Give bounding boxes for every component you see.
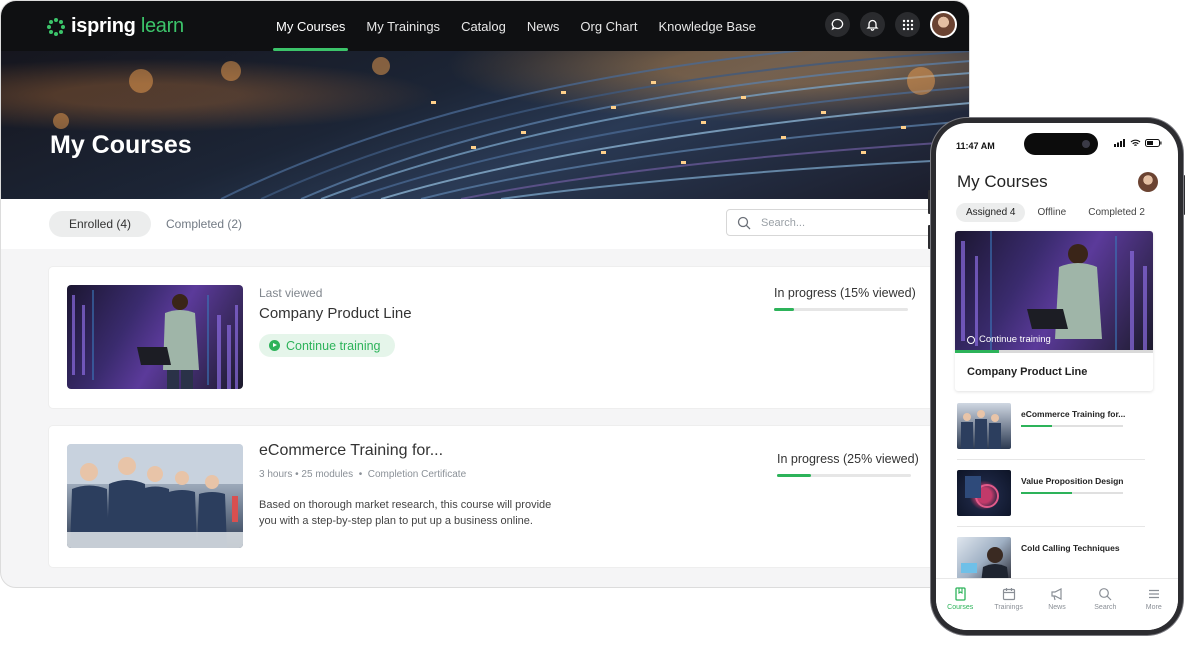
phone-frame: 11:47 AM My Courses Assigned 4 Offline C… bbox=[931, 118, 1183, 635]
filter-bar: Enrolled (4) Completed (2) Search... bbox=[1, 199, 969, 249]
phone-continue-training[interactable]: Continue training bbox=[967, 334, 1051, 345]
top-actions bbox=[825, 11, 957, 38]
bottom-nav-label: Search bbox=[1094, 604, 1117, 611]
bottom-nav-label: News bbox=[1048, 604, 1066, 611]
bottom-nav-label: More bbox=[1145, 604, 1162, 611]
list-item-thumbnail bbox=[957, 537, 1011, 583]
tab-offline[interactable]: Offline bbox=[1027, 203, 1076, 222]
list-item-thumbnail bbox=[957, 470, 1011, 516]
search-icon bbox=[1099, 588, 1112, 601]
featured-course-card[interactable]: Continue training Company Product Line bbox=[955, 231, 1153, 391]
logo-wordmark: ispring learn bbox=[71, 15, 184, 37]
tab-assigned[interactable]: Assigned 4 bbox=[956, 203, 1026, 222]
play-icon bbox=[967, 335, 975, 344]
progress-fill bbox=[774, 308, 795, 311]
bottom-nav-courses[interactable]: Courses bbox=[940, 587, 980, 630]
tab-completed-mobile[interactable]: Completed 2 bbox=[1078, 203, 1155, 222]
dynamic-island bbox=[1024, 133, 1098, 155]
phone-tabs: Assigned 4 Offline Completed 2 bbox=[956, 203, 1157, 222]
bottom-nav-search[interactable]: Search bbox=[1085, 587, 1125, 630]
fiber-optic-background bbox=[53, 51, 969, 199]
ispring-logo-icon bbox=[47, 17, 65, 36]
continue-training-button[interactable]: Continue training bbox=[259, 334, 395, 357]
top-navbar: ispring learn My Courses My Trainings Ca… bbox=[1, 1, 969, 51]
calendar-icon bbox=[1002, 588, 1015, 601]
progress-bar bbox=[777, 474, 911, 477]
course-description: Based on thorough market research, this … bbox=[259, 499, 552, 527]
phone-user-avatar[interactable] bbox=[1138, 172, 1158, 192]
nav-my-trainings[interactable]: My Trainings bbox=[366, 1, 440, 51]
progress-status: In progress (25% viewed) bbox=[777, 452, 919, 466]
featured-progress-bar bbox=[955, 350, 1153, 353]
wifi-icon bbox=[1130, 139, 1141, 147]
list-item-progress-fill bbox=[1021, 492, 1072, 494]
list-divider bbox=[957, 526, 1145, 527]
bottom-nav-label: Courses bbox=[947, 604, 974, 611]
bottom-nav-more[interactable]: More bbox=[1134, 587, 1174, 630]
tab-enrolled[interactable]: Enrolled (4) bbox=[49, 211, 152, 237]
hero-banner: My Courses bbox=[1, 51, 969, 199]
course-title[interactable]: eCommerce Training for... bbox=[259, 442, 443, 460]
course-certificate: Completion Certificate bbox=[367, 469, 467, 480]
user-avatar[interactable] bbox=[930, 11, 957, 38]
bell-icon[interactable] bbox=[860, 12, 885, 37]
featured-progress-fill bbox=[955, 350, 999, 353]
progress-bar bbox=[774, 308, 908, 311]
play-icon bbox=[269, 340, 280, 351]
list-item-title: eCommerce Training for... bbox=[1021, 409, 1126, 419]
course-meta: 3 hours • 25 modules • Completion Certif… bbox=[259, 469, 466, 480]
phone-bottom-nav: Courses Trainings News Search More bbox=[936, 578, 1178, 630]
phone-screen: 11:47 AM My Courses Assigned 4 Offline C… bbox=[936, 123, 1178, 630]
list-divider bbox=[957, 459, 1145, 460]
list-item-progress-bar bbox=[1021, 425, 1123, 427]
course-duration-modules: 3 hours • 25 modules bbox=[259, 469, 354, 480]
list-item-title: Value Proposition Design bbox=[1021, 476, 1124, 486]
phone-continue-label: Continue training bbox=[979, 334, 1051, 345]
battery-icon bbox=[1145, 139, 1162, 147]
course-thumbnail[interactable] bbox=[67, 285, 243, 389]
nav-catalog[interactable]: Catalog bbox=[461, 1, 506, 51]
status-time: 11:47 AM bbox=[956, 141, 995, 151]
bottom-nav-news[interactable]: News bbox=[1037, 587, 1077, 630]
book-icon bbox=[955, 587, 966, 601]
bottom-nav-trainings[interactable]: Trainings bbox=[989, 587, 1029, 630]
ispring-learn-logo[interactable]: ispring learn bbox=[47, 15, 184, 38]
list-item-thumbnail bbox=[957, 403, 1011, 449]
megaphone-icon bbox=[1051, 588, 1062, 601]
meta-separator: • bbox=[358, 469, 363, 480]
course-card[interactable]: Last viewed Company Product Line Continu… bbox=[49, 267, 949, 408]
desktop-window: ispring learn My Courses My Trainings Ca… bbox=[0, 0, 970, 588]
search-input[interactable]: Search... bbox=[726, 209, 936, 236]
bottom-nav-label: Trainings bbox=[994, 604, 1023, 611]
course-card[interactable]: eCommerce Training for... 3 hours • 25 m… bbox=[49, 426, 949, 567]
list-item-progress-bar bbox=[1021, 492, 1123, 494]
course-title[interactable]: Company Product Line bbox=[259, 305, 412, 322]
featured-course-title: Company Product Line bbox=[967, 366, 1088, 378]
main-nav: My Courses My Trainings Catalog News Org… bbox=[272, 1, 777, 51]
page-title: My Courses bbox=[50, 131, 192, 159]
nav-org-chart[interactable]: Org Chart bbox=[580, 1, 637, 51]
menu-icon bbox=[1148, 589, 1159, 599]
tab-completed[interactable]: Completed (2) bbox=[146, 211, 262, 237]
phone-page-title: My Courses bbox=[957, 172, 1048, 191]
course-thumbnail[interactable] bbox=[67, 444, 243, 548]
progress-fill bbox=[777, 474, 811, 477]
search-icon bbox=[737, 216, 751, 229]
list-item-progress-fill bbox=[1021, 425, 1052, 427]
list-item-title: Cold Calling Techniques bbox=[1021, 543, 1120, 553]
progress-status: In progress (15% viewed) bbox=[774, 286, 916, 300]
apps-grid-icon[interactable] bbox=[895, 12, 920, 37]
last-viewed-label: Last viewed bbox=[259, 286, 323, 300]
nav-knowledge-base[interactable]: Knowledge Base bbox=[658, 1, 756, 51]
status-icons bbox=[1114, 139, 1162, 147]
continue-training-label: Continue training bbox=[286, 338, 381, 353]
nav-news[interactable]: News bbox=[527, 1, 560, 51]
search-placeholder: Search... bbox=[761, 216, 806, 229]
chat-icon[interactable] bbox=[825, 12, 850, 37]
nav-my-courses[interactable]: My Courses bbox=[272, 1, 349, 51]
signal-icon bbox=[1114, 139, 1125, 147]
